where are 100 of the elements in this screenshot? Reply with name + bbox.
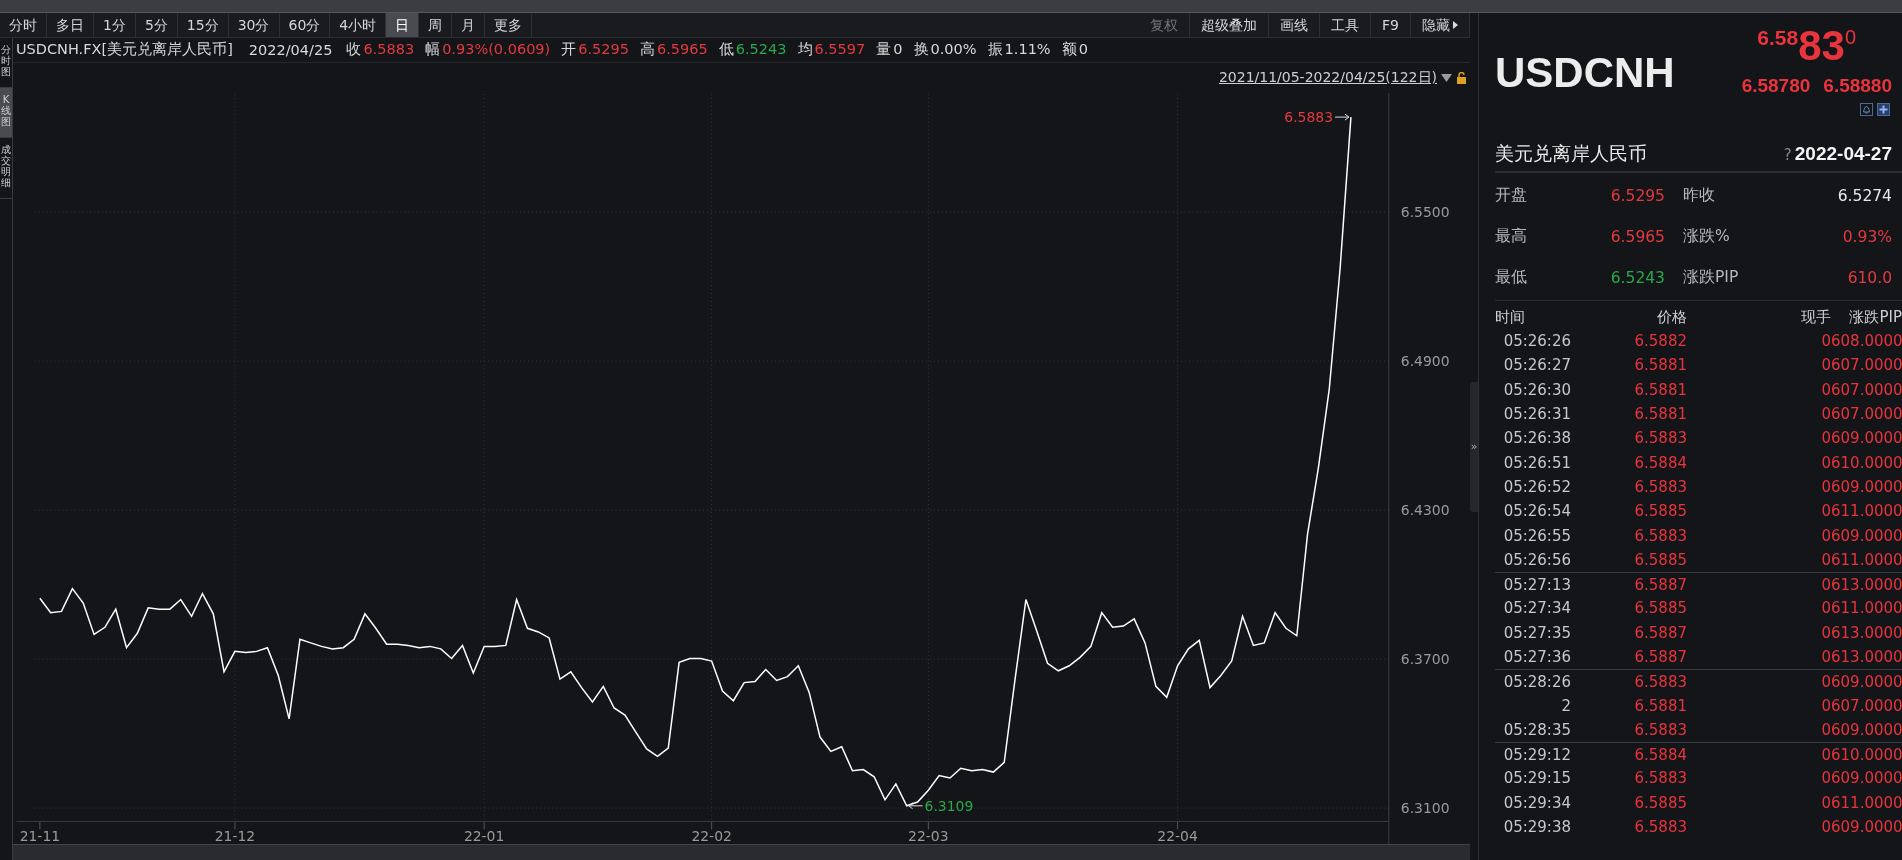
period-tab[interactable]: 30分 (228, 13, 280, 37)
table-cell-text: 0 (1820, 477, 1831, 496)
field-label: 振 (987, 41, 1003, 58)
tool-button[interactable]: 超级叠加 (1190, 13, 1270, 37)
field-label: 均 (797, 41, 813, 58)
bell-icon[interactable] (1860, 103, 1873, 116)
dropdown-icon[interactable] (1441, 73, 1452, 82)
table-cell-text: 6.5881 (1633, 405, 1687, 424)
period-tab[interactable]: 1分 (94, 13, 136, 37)
tool-button[interactable]: 工具 (1320, 13, 1372, 37)
field-label: 低 (718, 41, 734, 58)
table-cell-text: 6.5884 (1633, 745, 1687, 764)
collapse-handle[interactable]: » (1470, 381, 1478, 512)
table-cell: 613.0000 (1831, 623, 1902, 642)
period-tab[interactable]: 月 (452, 13, 486, 37)
stat-label: 昨收 (1682, 185, 1716, 206)
x-axis-label: 22-03 (908, 828, 949, 845)
table-cell-text: 05:29:12 (1502, 745, 1571, 764)
table-cell-text: 05:26:55 (1502, 526, 1571, 545)
table-cell-text: 0 (1820, 672, 1831, 691)
period-tab[interactable]: 15分 (177, 13, 229, 37)
field-label: 高 (640, 41, 655, 58)
date-range-link[interactable]: 2021/11/05-2022/04/25(122日) (1218, 68, 1437, 87)
stat-label: 最低 (1495, 267, 1528, 288)
y-axis-label: 6.5500 (1400, 203, 1450, 220)
table-cell-text: 0 (1820, 429, 1831, 448)
field-value: 1.11% (1004, 41, 1051, 58)
period-tab[interactable]: 分时 (0, 13, 47, 37)
table-cell-text: 6.5883 (1633, 720, 1687, 739)
stat-label: 涨跌PIP (1682, 267, 1740, 288)
field-value: 6.5243 (735, 41, 787, 58)
field-value: 6.5883 (363, 41, 415, 58)
ask-price: 6.58880 (1823, 75, 1892, 97)
table-cell-text: 05:26:56 (1502, 550, 1571, 569)
column-header: 现手 (1800, 307, 1831, 327)
table-cell-text: 0 (1820, 356, 1831, 375)
field-label: 换 (913, 41, 929, 58)
side-tab[interactable]: K线图 (0, 88, 12, 138)
side-tab[interactable]: 成交明细 (0, 138, 12, 199)
field-value: 0.00% (930, 41, 977, 58)
bid-price: 6.58780 (1741, 75, 1811, 97)
table-cell: 607.0000 (1831, 380, 1902, 399)
add-icon[interactable] (1877, 103, 1890, 116)
stat-value: 6.5295 (1609, 186, 1666, 205)
period-tab[interactable]: 5分 (135, 13, 178, 37)
period-tab[interactable]: 60分 (279, 13, 331, 37)
field-label: 额 (1061, 41, 1077, 58)
help-link[interactable]: ? (1783, 146, 1792, 164)
field-value: 0 (1078, 41, 1088, 58)
stat-value: 6.5274 (1836, 186, 1892, 205)
tool-button[interactable]: 隐藏 (1411, 13, 1470, 37)
y-axis-label: 6.3700 (1400, 650, 1450, 667)
table-cell: 611.0000 (1831, 502, 1902, 521)
table-cell-text: 0 (1820, 526, 1831, 545)
stat-label: 最高 (1495, 226, 1528, 247)
table-cell-text: 0 (1820, 793, 1831, 812)
table-cell: 611.0000 (1831, 793, 1902, 812)
table-cell: 613.0000 (1831, 648, 1902, 666)
y-axis-label: 6.3100 (1400, 799, 1450, 816)
period-tab[interactable]: 多日 (47, 13, 94, 37)
tool-button[interactable]: F9 (1371, 13, 1411, 37)
field-value: 0.93%(0.0609) (442, 41, 551, 58)
period-tab[interactable]: 周 (419, 13, 453, 37)
stat-label: 开盘 (1495, 185, 1528, 206)
table-cell-text: 05:27:36 (1502, 648, 1571, 666)
table-cell-text: 05:26:31 (1502, 405, 1571, 424)
table-cell-text: 05:29:34 (1502, 793, 1571, 812)
table-cell-text: 6.5883 (1633, 769, 1687, 788)
table-cell-text: 05:27:35 (1502, 623, 1571, 642)
table-cell-text: 6.5883 (1633, 818, 1687, 837)
field-value: 0 (893, 41, 903, 58)
instrument-name: 美元兑离岸人民币 (1495, 141, 1648, 166)
table-cell-text: 6.5887 (1633, 575, 1687, 594)
table-cell-text: 6.5885 (1633, 550, 1687, 569)
table-cell-text: 0 (1820, 550, 1831, 569)
x-axis-label: 22-01 (463, 828, 505, 845)
x-axis-label: 22-04 (1157, 828, 1198, 845)
lock-icon[interactable] (1456, 71, 1467, 84)
table-cell-text: 05:29:38 (1502, 818, 1571, 837)
table-cell: 609.0000 (1831, 672, 1902, 691)
table-cell-text: 05:26:27 (1502, 356, 1571, 375)
field-value: 6.5965 (657, 41, 708, 58)
table-cell: 610.0000 (1831, 745, 1902, 764)
field-label: 开 (561, 41, 577, 58)
table-cell: 609.0000 (1831, 720, 1902, 739)
x-axis-label: 21-12 (214, 828, 256, 845)
table-cell-text: 0 (1820, 405, 1831, 424)
table-cell-text: 0 (1820, 453, 1831, 472)
table-cell-text: 05:28:26 (1502, 672, 1571, 691)
table-cell-text: 6.5887 (1633, 623, 1687, 642)
symbol-label: USDCNH.FX[美元兑离岸人民币] (16, 40, 233, 60)
caret-icon (1453, 21, 1458, 29)
tool-button[interactable]: 画线 (1269, 13, 1321, 37)
period-tab[interactable]: 日 (386, 13, 420, 37)
table-cell: 607.0000 (1831, 356, 1902, 375)
x-axis-label: 22-02 (691, 828, 732, 845)
period-tab[interactable]: 更多 (485, 13, 533, 37)
field-value: 6.5295 (578, 41, 629, 58)
y-axis-label: 6.4900 (1400, 352, 1450, 369)
symbol-title: USDCNH (1495, 49, 1675, 98)
